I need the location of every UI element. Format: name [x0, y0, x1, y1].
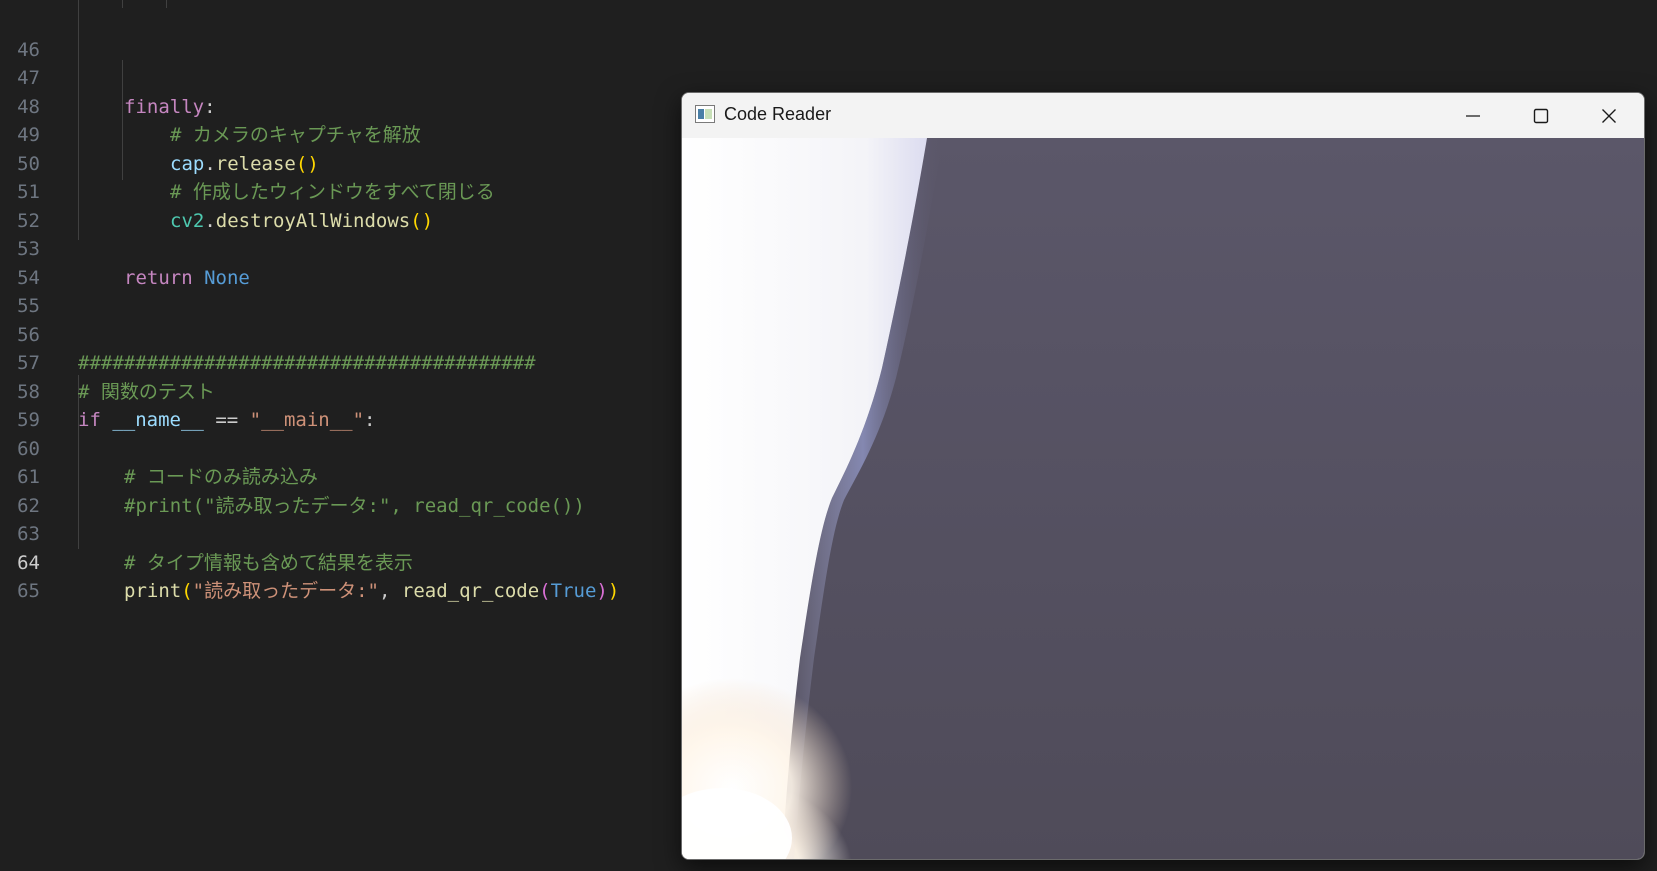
code-line[interactable]: 61 #print("読み取ったデータ:", read_qr_code()) [0, 435, 700, 517]
code-line[interactable]: 59 [0, 378, 700, 431]
window-titlebar[interactable]: Code Reader [682, 93, 1644, 138]
code-line[interactable]: 57 # 関数のテスト [0, 321, 700, 403]
code-line[interactable]: 51 cv2.destroyAllWindows() [0, 150, 700, 232]
code-line[interactable]: 53 return None [0, 207, 700, 289]
close-button[interactable] [1575, 93, 1643, 138]
code-text: print("読み取ったデータ:", read_qr_code(True)) [124, 580, 620, 602]
code-line[interactable]: 65 [0, 549, 700, 602]
app-window-icon [695, 105, 715, 123]
maximize-icon [1533, 108, 1549, 123]
minimize-icon [1466, 114, 1480, 117]
code-line[interactable]: 52 [0, 178, 700, 232]
minimize-button[interactable] [1439, 93, 1507, 138]
code-reader-window[interactable]: Code Reader [681, 92, 1645, 860]
code-line[interactable]: 50 # 作成したウィンドウをすべて閉じる [0, 121, 700, 204]
close-icon [1602, 108, 1616, 123]
code-line[interactable]: 60 # コードのみ読み込み [0, 406, 700, 489]
code-line[interactable]: 62 [0, 463, 700, 517]
code-line[interactable]: 49 cap.release() [0, 93, 700, 175]
window-title: Code Reader [724, 104, 832, 124]
code-line-active[interactable]: 64 print("読み取ったデータ:", read_qr_code(True)… [0, 520, 700, 603]
code-line[interactable]: 48 # カメラのキャプチャを解放 [0, 64, 700, 147]
maximize-button[interactable] [1507, 93, 1575, 138]
code-line[interactable]: 56 #####################################… [0, 292, 700, 375]
line-number: 65 [17, 580, 40, 602]
code-line[interactable]: 47 finally: [0, 36, 700, 118]
code-line[interactable]: 58 if __name__ == "__main__": [0, 349, 700, 432]
code-line[interactable]: 46 [0, 7, 700, 61]
camera-frame-image [682, 138, 944, 859]
code-line[interactable]: 63 # タイプ情報も含めて結果を表示 [0, 492, 700, 574]
camera-feed [682, 138, 1644, 859]
code-line[interactable]: 54 [0, 235, 700, 289]
code-line[interactable]: 55 [0, 264, 700, 317]
